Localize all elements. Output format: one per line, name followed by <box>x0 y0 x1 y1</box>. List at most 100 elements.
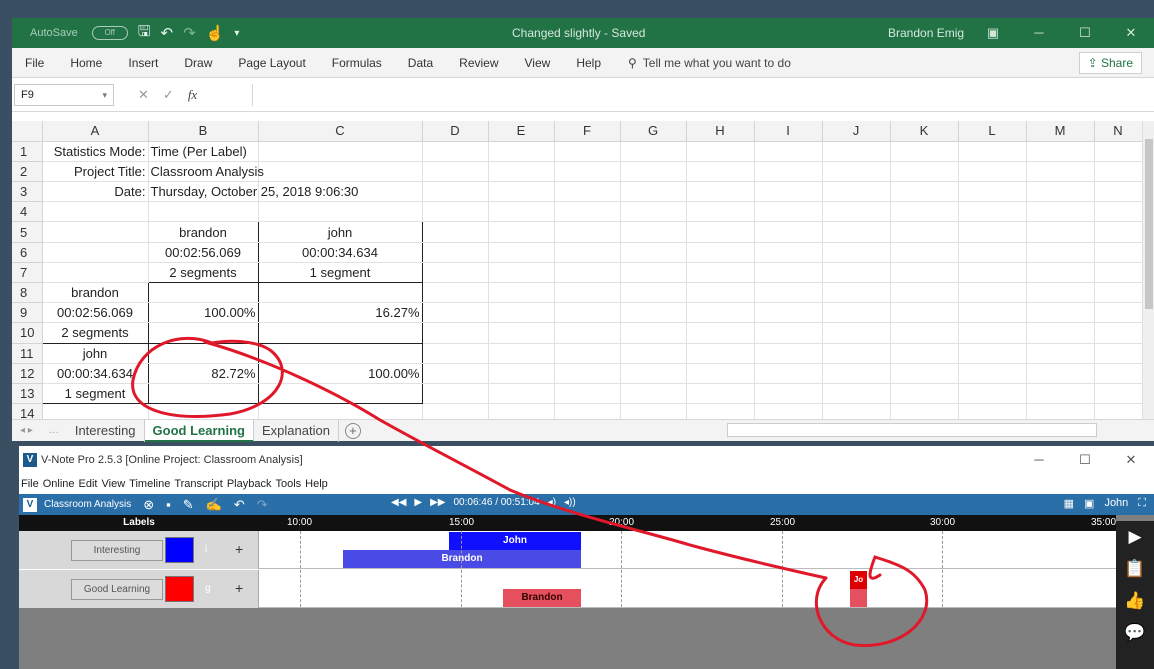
segment-john-bottom[interactable] <box>850 589 867 607</box>
row-header[interactable]: 11 <box>12 343 43 364</box>
grid-cell[interactable] <box>620 343 687 364</box>
grid-cell[interactable] <box>754 242 823 263</box>
grid-cell[interactable] <box>822 201 891 223</box>
user-name[interactable]: Brandon Emig <box>888 26 964 40</box>
grid-cell[interactable] <box>686 383 755 405</box>
cell-c2[interactable] <box>258 161 423 183</box>
user-name[interactable]: John <box>1104 497 1128 510</box>
menu-view[interactable]: View <box>102 478 126 490</box>
grid-cell[interactable] <box>488 141 555 162</box>
column-header[interactable]: G <box>620 121 687 142</box>
grid-cell[interactable] <box>554 141 621 162</box>
tab-home[interactable]: Home <box>57 56 115 70</box>
cell-a9[interactable]: 00:02:56.069 <box>41 302 149 324</box>
column-header[interactable]: D <box>422 121 489 142</box>
chevron-down-icon[interactable]: ▾ <box>102 85 107 105</box>
grid-cell[interactable] <box>1026 181 1095 203</box>
column-header[interactable]: B <box>148 121 259 142</box>
grid-cell[interactable] <box>686 262 755 284</box>
cell-b12[interactable]: 82.72% <box>148 363 259 384</box>
cell-c11[interactable] <box>258 343 423 364</box>
grid-cell[interactable] <box>488 221 555 243</box>
grid-cell[interactable] <box>554 262 621 284</box>
cell-a2[interactable]: Project Title: <box>42 161 149 183</box>
grid-cell[interactable] <box>958 363 1027 384</box>
grid-cell[interactable] <box>620 363 687 384</box>
grid-cell[interactable] <box>822 161 891 183</box>
grid-cell[interactable] <box>620 262 687 284</box>
cell-a5[interactable] <box>42 221 149 243</box>
row-header[interactable]: 2 <box>12 161 43 183</box>
fullscreen-icon[interactable]: ⛶ <box>1138 497 1146 510</box>
grid-cell[interactable] <box>822 302 891 324</box>
pen-icon[interactable]: ✎ <box>183 497 194 513</box>
segment-john[interactable]: Jo <box>850 571 867 589</box>
cell-b4[interactable] <box>148 201 259 223</box>
grid-cell[interactable] <box>422 181 489 203</box>
tab-draw[interactable]: Draw <box>171 56 225 70</box>
grid-cell[interactable] <box>958 221 1027 243</box>
grid-cell[interactable] <box>822 282 891 304</box>
name-box[interactable]: F9 ▾ <box>14 83 114 106</box>
tab-help[interactable]: Help <box>563 56 614 70</box>
grid-cell[interactable] <box>686 343 755 364</box>
grid-cell[interactable] <box>1026 322 1095 344</box>
tab-file[interactable]: File <box>12 56 57 70</box>
grid-cell[interactable] <box>822 363 891 384</box>
archive-icon[interactable]: ▦ <box>1064 497 1074 510</box>
cell-a7[interactable] <box>42 262 149 284</box>
label-name-button[interactable]: Good Learning <box>71 579 163 600</box>
grid-cell[interactable] <box>422 141 489 162</box>
grid-cell[interactable] <box>1026 262 1095 284</box>
cell-c4[interactable] <box>258 201 423 223</box>
grid-cell[interactable] <box>422 363 489 384</box>
grid-cell[interactable] <box>822 343 891 364</box>
grid-cell[interactable] <box>754 302 823 324</box>
grid-cell[interactable] <box>686 181 755 203</box>
add-segment-icon[interactable]: + <box>235 580 243 596</box>
grid-cell[interactable] <box>890 363 959 384</box>
segment-brandon[interactable]: Brandon <box>343 550 581 568</box>
sheet-overflow-icon[interactable]: … <box>41 425 67 436</box>
row-header[interactable]: 5 <box>12 221 43 243</box>
grid-cell[interactable] <box>1094 343 1143 364</box>
column-header[interactable]: F <box>554 121 621 142</box>
cell-a6[interactable] <box>42 242 149 263</box>
grid-cell[interactable] <box>822 383 891 405</box>
cell-c8[interactable] <box>258 282 423 304</box>
grid-cell[interactable] <box>754 221 823 243</box>
menu-help[interactable]: Help <box>305 478 328 490</box>
label-color-swatch[interactable] <box>165 537 194 563</box>
grid-cell[interactable] <box>488 242 555 263</box>
column-header[interactable]: H <box>686 121 755 142</box>
row-header[interactable]: 9 <box>12 302 43 324</box>
menu-transcript[interactable]: Transcript <box>174 478 223 490</box>
autosave-toggle[interactable]: Off <box>91 26 128 40</box>
undo-icon[interactable]: ↶ <box>160 24 173 42</box>
cell-c12[interactable]: 100.00% <box>258 363 423 384</box>
label-color-swatch[interactable] <box>165 576 194 602</box>
grid-cell[interactable] <box>1026 383 1095 405</box>
grid-cell[interactable] <box>620 201 687 223</box>
column-header[interactable]: M <box>1026 121 1095 142</box>
grid-cell[interactable] <box>1026 161 1095 183</box>
grid-cell[interactable] <box>822 221 891 243</box>
grid-cell[interactable] <box>1094 282 1143 304</box>
minimize-button[interactable]: ─ <box>1016 446 1062 476</box>
grid-cell[interactable] <box>890 141 959 162</box>
close-button[interactable]: ✕ <box>1108 446 1154 476</box>
enter-icon[interactable]: ✓ <box>163 87 174 103</box>
grid-cell[interactable] <box>958 383 1027 405</box>
grid-cell[interactable] <box>422 262 489 284</box>
cell-b5[interactable]: brandon <box>147 221 259 243</box>
grid-cell[interactable] <box>958 343 1027 364</box>
grid-cell[interactable] <box>890 181 959 203</box>
cell-c5[interactable]: john <box>258 221 423 243</box>
save-icon[interactable]: ▪ <box>166 497 171 512</box>
thumbs-icon[interactable]: 👍 <box>1124 591 1145 611</box>
cell-a13[interactable]: 1 segment <box>41 383 149 405</box>
cell-a8[interactable]: brandon <box>41 282 149 304</box>
maximize-button[interactable]: ☐ <box>1062 446 1108 476</box>
cell-a11[interactable]: john <box>41 343 149 364</box>
grid-cell[interactable] <box>554 343 621 364</box>
